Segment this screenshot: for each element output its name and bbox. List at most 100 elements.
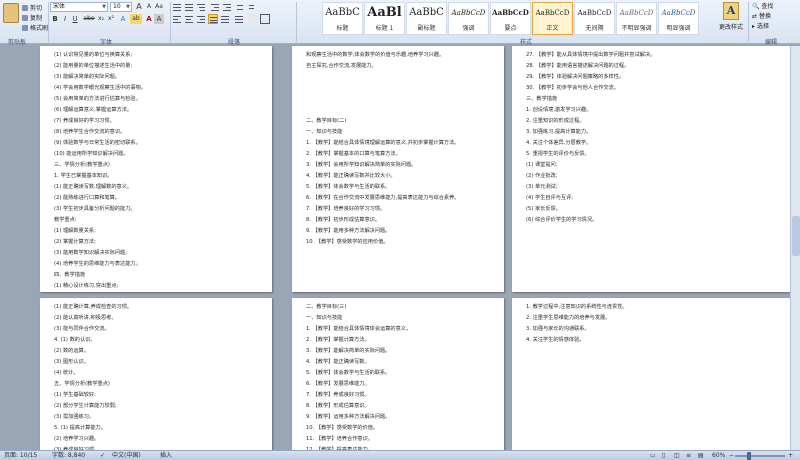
text-line[interactable] bbox=[306, 105, 490, 116]
text-line[interactable]: 2. 注重学生思维能力的培养与发展。 bbox=[526, 313, 776, 324]
text-line[interactable]: 和观察生活中的数学,体会数学的价值与乐趣,培养学习兴趣。 bbox=[306, 50, 490, 61]
underline-button[interactable]: U bbox=[70, 14, 80, 24]
align-center-icon[interactable] bbox=[184, 14, 194, 24]
page[interactable]: 和观察生活中的数学,体会数学的价值与乐趣,培养学习兴趣。 自主探究,合作交流,发展… bbox=[292, 46, 504, 292]
text-line[interactable]: 四、教学措施 bbox=[54, 270, 258, 281]
vertical-scrollbar[interactable] bbox=[790, 46, 800, 450]
text-line[interactable]: (3) 单元测试; bbox=[526, 182, 776, 193]
text-line[interactable]: 4. 关注个体差异,分层教学。 bbox=[526, 138, 776, 149]
change-case-button[interactable]: Aa bbox=[154, 2, 164, 12]
text-line[interactable]: 10. 【教学】感受数学的价值。 bbox=[306, 423, 490, 434]
text-line[interactable]: 27. 【教学】能从具体情境中提出数学问题并尝试解决。 bbox=[526, 50, 776, 61]
text-line[interactable]: 9. 【教学】运用多种方法解决问题。 bbox=[306, 412, 490, 423]
text-line[interactable]: (2) 培养学习兴趣。 bbox=[54, 434, 258, 445]
text-line[interactable]: (2) 能熟练进行口算和笔算。 bbox=[54, 193, 258, 204]
text-line[interactable]: (2) 部分学生计算能力较弱; bbox=[54, 401, 258, 412]
style-subtitle[interactable]: AaBbC 副标题 bbox=[406, 2, 447, 35]
text-line[interactable]: 1. 【教学】能结合具体情境理解运算的意义,并初步掌握计算方法。 bbox=[306, 138, 490, 149]
grow-font-button[interactable]: A bbox=[134, 2, 144, 12]
text-line[interactable]: (8) 培养学生合作交流的意识。 bbox=[54, 127, 258, 138]
align-right-icon[interactable] bbox=[196, 14, 206, 24]
text-line[interactable]: 3. 【教学】能解决简单的实际问题。 bbox=[306, 346, 490, 357]
text-line[interactable]: 5. 【教学】体会数学与生活的联系。 bbox=[306, 182, 490, 193]
align-left-icon[interactable] bbox=[172, 14, 182, 24]
style-intense-emphasis[interactable]: AaBbCcD 明显强调 bbox=[658, 2, 699, 35]
shading-icon[interactable] bbox=[248, 14, 258, 24]
copy-button[interactable]: 复制 bbox=[22, 13, 42, 22]
text-line[interactable]: 5. 【教学】体会数学与生活的联系。 bbox=[306, 368, 490, 379]
text-line[interactable]: (4) 学生自评与互评; bbox=[526, 193, 776, 204]
text-line[interactable]: (1) 课堂提问; bbox=[526, 160, 776, 171]
page[interactable]: (1) 认识常见量的单位与换算关系; (2) 能用量的单位描述生活中的量; (3) … bbox=[40, 46, 272, 292]
style-emphasis[interactable]: AaBbCcD 强调 bbox=[448, 2, 489, 35]
text-line[interactable]: (2) 掌握计算方法; bbox=[54, 237, 258, 248]
page[interactable]: 二、教学目标(三) 一、知识与技能 1. 【教学】能结合具体情境体会运算的意义。 2.… bbox=[292, 298, 504, 450]
text-line[interactable]: 2. 【教学】掌握基本的口算与笔算方法。 bbox=[306, 149, 490, 160]
text-line[interactable]: (7) 养成良好的学习习惯。 bbox=[54, 116, 258, 127]
zoom-slider-track[interactable] bbox=[735, 455, 785, 457]
text-line[interactable]: 1. 学生已掌握基本知识。 bbox=[54, 171, 258, 182]
text-line[interactable]: (4) 学会用数学眼光观察生活中的事物。 bbox=[54, 83, 258, 94]
text-line[interactable]: (4) 统计。 bbox=[54, 368, 258, 379]
text-line[interactable]: 教学重点: bbox=[54, 215, 258, 226]
text-line[interactable]: (3) 图形认识。 bbox=[54, 357, 258, 368]
text-line[interactable]: (1) 精心设计练习,突出重点; bbox=[54, 281, 258, 292]
numbering-icon[interactable] bbox=[184, 2, 194, 12]
text-line[interactable] bbox=[306, 83, 490, 94]
zoom-level[interactable]: 60% bbox=[712, 451, 725, 460]
font-size-select[interactable]: 10 ▼ bbox=[110, 2, 132, 12]
replace-button[interactable]: ⇄ 替换 bbox=[750, 12, 800, 22]
text-line[interactable]: 6. 【教学】在合作交流中发展思维能力,提高表达能力与综合素养。 bbox=[306, 193, 490, 204]
text-line[interactable]: 11. 【教学】培养合作意识。 bbox=[306, 434, 490, 445]
outline-view-icon[interactable]: ≡ bbox=[686, 451, 691, 460]
text-line[interactable]: (1) 能正确读写数,理解数的意义。 bbox=[54, 182, 258, 193]
text-line[interactable]: (3) 能与同伴合作交流。 bbox=[54, 324, 258, 335]
text-line[interactable]: 一、知识与技能 bbox=[306, 313, 490, 324]
text-line[interactable]: (3) 能用数学知识解决实际问题; bbox=[54, 248, 258, 259]
style-heading-1[interactable]: AaBl 标题 1 bbox=[364, 2, 405, 35]
style-no-spacing[interactable]: AaBbCcD 无间隔 bbox=[574, 2, 615, 35]
style-strong[interactable]: AaBbCcD 要点 bbox=[490, 2, 531, 35]
text-line[interactable]: 28. 【教学】能用语言描述解决问题的过程。 bbox=[526, 61, 776, 72]
zoom-in-icon[interactable]: + bbox=[788, 451, 793, 460]
zoom-out-icon[interactable]: − bbox=[729, 451, 734, 460]
text-line[interactable]: (5) 会用简单的方法进行估算与检验。 bbox=[54, 94, 258, 105]
borders-icon[interactable] bbox=[260, 14, 270, 24]
paste-icon[interactable] bbox=[3, 3, 19, 23]
text-line[interactable]: 10. 【教学】感受数学的应用价值。 bbox=[306, 237, 490, 248]
sort-icon[interactable] bbox=[236, 2, 246, 12]
bullets-icon[interactable] bbox=[172, 2, 182, 12]
font-color-button[interactable]: A bbox=[144, 14, 154, 24]
justify-icon[interactable] bbox=[208, 14, 218, 24]
text-line[interactable]: 3. 【教学】会用所学知识解决简单的实际问题。 bbox=[306, 160, 490, 171]
text-line[interactable]: 7. 【教学】养成良好习惯。 bbox=[306, 390, 490, 401]
multilevel-list-icon[interactable] bbox=[196, 2, 206, 12]
text-line[interactable]: 2. 注重知识的形成过程。 bbox=[526, 116, 776, 127]
text-line[interactable]: 自主探究,合作交流,发展能力。 bbox=[306, 61, 490, 72]
proofing-icon[interactable]: ✓ bbox=[100, 451, 105, 460]
show-marks-icon[interactable] bbox=[248, 2, 258, 12]
text-line[interactable]: (3) 需加强练习。 bbox=[54, 412, 258, 423]
text-line[interactable]: 7. 【教学】培养良好的学习习惯。 bbox=[306, 204, 490, 215]
text-line[interactable] bbox=[306, 72, 490, 83]
text-line[interactable]: (10) 能运用所学知识解决问题。 bbox=[54, 149, 258, 160]
text-line[interactable]: 三、学情分析(教学重点) bbox=[54, 160, 258, 171]
text-line[interactable]: 1. 教学过程中,注意知识的系统性与连贯性。 bbox=[526, 302, 776, 313]
text-line[interactable]: 30. 【教学】初步学会与他人合作交流。 bbox=[526, 83, 776, 94]
bold-button[interactable]: B bbox=[50, 14, 60, 24]
zoom-slider-thumb[interactable] bbox=[746, 452, 751, 460]
full-screen-view-icon[interactable]: ▯ bbox=[662, 451, 665, 460]
page[interactable]: 1. 教学过程中,注意知识的系统性与连贯性。 2. 注重学生思维能力的培养与发展。… bbox=[512, 298, 790, 450]
cut-button[interactable]: 剪切 bbox=[22, 3, 42, 12]
style-subtle-emphasis[interactable]: AaBbCcD 不明显强调 bbox=[616, 2, 657, 35]
char-shading-button[interactable]: A bbox=[154, 14, 164, 24]
text-line[interactable]: 5. (1) 提高计算能力。 bbox=[54, 423, 258, 434]
text-line[interactable]: (3) 学生初步具备分析问题的能力。 bbox=[54, 204, 258, 215]
page[interactable]: 27. 【教学】能从具体情境中提出数学问题并尝试解决。 28. 【教学】能用语言描… bbox=[512, 46, 790, 292]
select-button[interactable]: ▸ 选择 bbox=[750, 22, 800, 32]
text-effects-button[interactable]: A bbox=[118, 14, 128, 24]
text-line[interactable]: 3. 加强练习,提高计算能力。 bbox=[526, 127, 776, 138]
text-line[interactable]: 4. (1) 数的认识。 bbox=[54, 335, 258, 346]
text-line[interactable]: 4. 关注学生的情感体验。 bbox=[526, 335, 776, 346]
document-area[interactable]: (1) 认识常见量的单位与换算关系; (2) 能用量的单位描述生活中的量; (3) … bbox=[0, 46, 800, 450]
